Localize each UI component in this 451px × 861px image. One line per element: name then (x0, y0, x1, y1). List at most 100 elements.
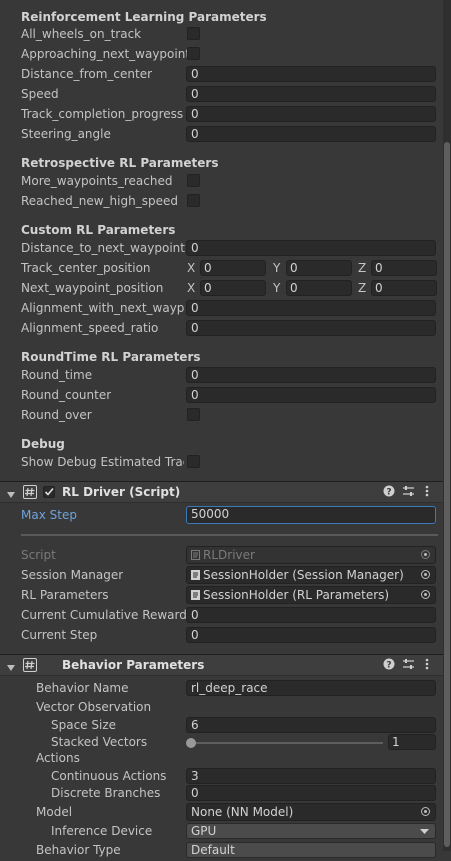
component-title-behavior: Behavior Parameters (62, 658, 205, 672)
label-current-step: Current Step (21, 628, 98, 642)
field-session-manager[interactable]: SessionHolder (Session Manager) (186, 566, 436, 584)
field-rl-parameters[interactable]: SessionHolder (RL Parameters) (186, 586, 436, 604)
label-round-counter: Round_counter (21, 388, 112, 402)
field-steering[interactable]: 0 (186, 126, 436, 142)
section-header-retro: Retrospective RL Parameters (21, 156, 219, 170)
checkbox-new-high-speed[interactable] (187, 194, 200, 207)
field-round-counter[interactable]: 0 (186, 387, 436, 403)
label-discrete: Discrete Branches (51, 786, 161, 800)
dropdown-behavior-type[interactable]: Default (186, 842, 436, 858)
field-track-completion[interactable]: 0 (186, 106, 436, 122)
axis-y-label: Y (273, 281, 281, 295)
target-icon[interactable] (421, 590, 430, 599)
row-steering: Steering_angle 0 (0, 125, 443, 145)
field-space-size[interactable]: 6 (186, 717, 436, 733)
checkbox-round-over[interactable] (187, 408, 200, 421)
component-header-rl-driver[interactable]: RL Driver (Script) ? (0, 481, 443, 503)
question-icon[interactable]: ? (383, 484, 395, 501)
checkbox-all-wheels[interactable] (187, 27, 200, 40)
kebab-icon[interactable] (424, 484, 430, 501)
label-behavior-type: Behavior Type (36, 843, 121, 857)
label-show-track: Show Debug Estimated Track (21, 455, 184, 469)
kebab-icon[interactable] (424, 657, 430, 674)
inference-value: GPU (191, 824, 217, 838)
field-next-wp-z[interactable]: 0 (371, 280, 437, 296)
field-distance-center[interactable]: 0 (186, 66, 436, 82)
label-space-size: Space Size (51, 718, 117, 732)
row-round-over: Round_over (0, 406, 443, 426)
dropdown-inference[interactable]: GPU (186, 823, 436, 839)
target-icon[interactable] (421, 807, 430, 816)
section-header-rl: Reinforcement Learning Parameters (21, 10, 267, 24)
label-new-high-speed: Reached_new_high_speed (21, 194, 178, 208)
script-hash-icon (23, 485, 37, 502)
label-speed: Speed (21, 87, 59, 101)
row-session-manager: Session Manager SessionHolder (Session M… (0, 566, 443, 586)
row-show-track: Show Debug Estimated Track (0, 453, 443, 473)
section-header-custom: Custom RL Parameters (21, 223, 176, 237)
triangle-down-icon[interactable] (7, 488, 15, 502)
scrollbar-thumb[interactable] (444, 142, 450, 847)
field-track-center-x[interactable]: 0 (200, 260, 266, 276)
axis-z-label: Z (358, 281, 367, 295)
field-dist-next[interactable]: 0 (186, 240, 436, 256)
field-stacked[interactable]: 1 (388, 734, 436, 750)
label-approaching: Approaching_next_waypoint (21, 47, 191, 61)
row-track-completion: Track_completion_progression 0 (0, 105, 443, 125)
label-actions: Actions (36, 751, 80, 765)
field-track-center-z[interactable]: 0 (371, 260, 437, 276)
field-alignment[interactable]: 0 (186, 300, 436, 316)
field-speed[interactable]: 0 (186, 86, 436, 102)
enabled-checkbox[interactable] (43, 486, 55, 498)
label-align-speed: Alignment_speed_ratio (21, 321, 159, 335)
stacked-slider-track[interactable] (190, 742, 383, 744)
row-approaching: Approaching_next_waypoint (0, 45, 443, 65)
scrollbar[interactable] (443, 0, 451, 851)
field-round-time[interactable]: 0 (186, 367, 436, 383)
script-value: RLDriver (203, 548, 255, 562)
model-value: None (NN Model) (191, 805, 294, 819)
row-script: Script RLDriver (0, 546, 443, 566)
target-icon (421, 550, 430, 559)
field-model[interactable]: None (NN Model) (186, 803, 436, 821)
field-continuous[interactable]: 3 (186, 768, 436, 784)
label-session-manager: Session Manager (21, 568, 124, 582)
label-behavior-name: Behavior Name (36, 681, 129, 695)
question-icon[interactable]: ? (383, 657, 395, 674)
field-behavior-name[interactable]: rl_deep_race (186, 680, 436, 696)
divider (21, 534, 438, 536)
field-max-step[interactable]: 50000 (186, 506, 436, 524)
axis-x-label: X (187, 281, 196, 295)
row-align-speed: Alignment_speed_ratio 0 (0, 319, 443, 339)
label-dist-next: Distance_to_next_waypoint (21, 241, 185, 255)
checkbox-approaching[interactable] (187, 47, 200, 60)
section-header-debug: Debug (21, 437, 65, 451)
field-next-wp-y[interactable]: 0 (286, 280, 352, 296)
field-current-step[interactable]: 0 (186, 627, 436, 643)
field-discrete[interactable]: 0 (186, 785, 436, 801)
row-behavior-name: Behavior Name rl_deep_race (0, 679, 443, 699)
label-inference: Inference Device (51, 824, 153, 838)
sliders-icon[interactable] (402, 657, 415, 674)
row-current-step: Current Step 0 (0, 626, 443, 646)
row-alignment: Alignment_with_next_waypoint 0 (0, 299, 443, 319)
checkbox-more-waypoints[interactable] (187, 174, 200, 187)
label-cumulative: Current Cumulative Reward (21, 608, 187, 622)
row-max-step: Max Step 50000 (0, 506, 443, 526)
label-round-time: Round_time (21, 368, 93, 382)
component-header-behavior[interactable]: Behavior Parameters ? (0, 654, 443, 676)
field-track-center-y[interactable]: 0 (286, 260, 352, 276)
field-cumulative[interactable]: 0 (186, 607, 436, 623)
row-rl-parameters: RL Parameters SessionHolder (RL Paramete… (0, 586, 443, 606)
row-all-wheels: All_wheels_on_track (0, 25, 443, 45)
script-icon (191, 588, 200, 600)
checkbox-show-track[interactable] (187, 455, 200, 468)
sliders-icon[interactable] (402, 484, 415, 501)
triangle-down-icon[interactable] (7, 661, 15, 675)
field-next-wp-x[interactable]: 0 (200, 280, 266, 296)
field-align-speed[interactable]: 0 (186, 320, 436, 336)
stacked-slider-knob[interactable] (186, 738, 196, 748)
row-vector-obs: Vector Observation (0, 698, 443, 718)
row-cumulative: Current Cumulative Reward 0 (0, 606, 443, 626)
target-icon[interactable] (421, 570, 430, 579)
